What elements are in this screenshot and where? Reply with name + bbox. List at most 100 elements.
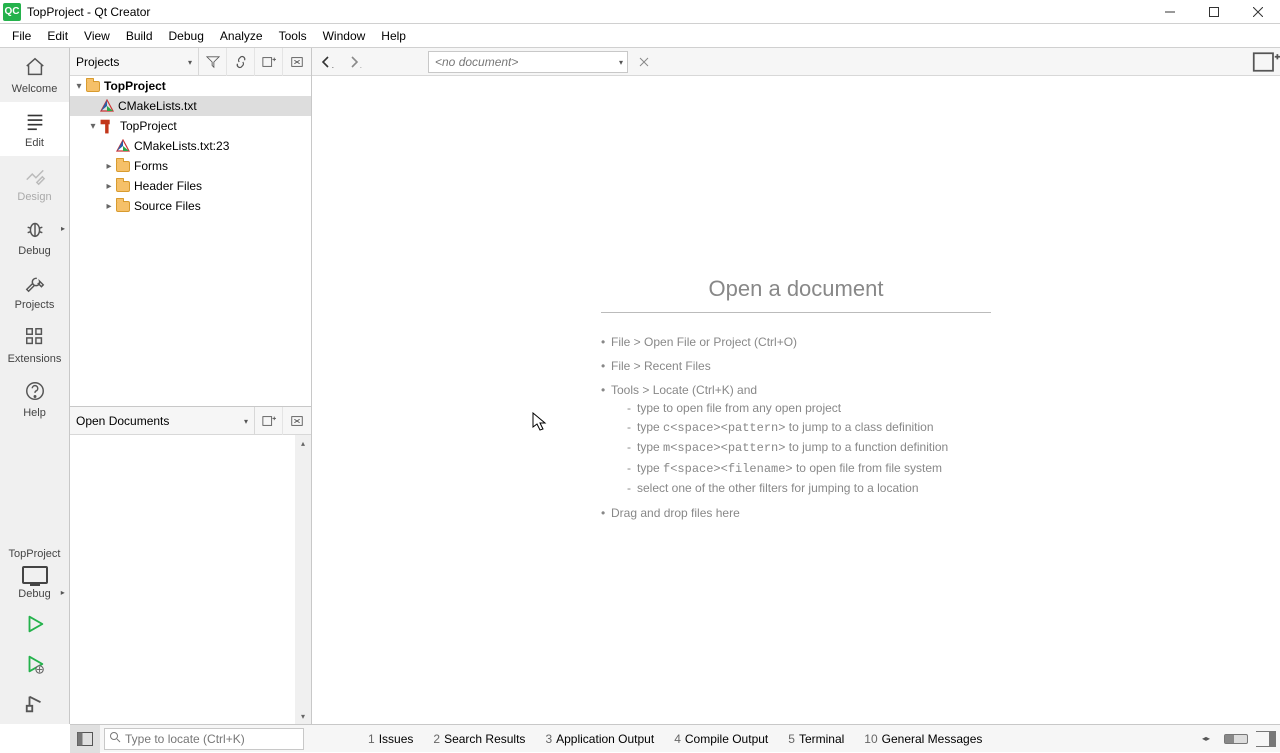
projects-view-combo[interactable]: Projects ▾ xyxy=(70,48,199,75)
mode-welcome[interactable]: Welcome xyxy=(0,48,69,102)
split-add-button[interactable] xyxy=(255,48,283,76)
editor-placeholder: Open a document File > Open File or Proj… xyxy=(601,276,991,528)
output-pane-search[interactable]: 2Search Results xyxy=(423,725,535,753)
mode-design[interactable]: Design xyxy=(0,156,69,210)
tree-subproject[interactable]: ▾ TopProject xyxy=(70,116,311,136)
menu-debug[interactable]: Debug xyxy=(161,24,212,47)
open-docs-label: Open Documents xyxy=(76,414,169,428)
panel-close-button[interactable] xyxy=(283,48,311,76)
kit-selector[interactable]: TopProject Debug ▸ xyxy=(0,544,69,604)
folder-icon xyxy=(116,201,130,212)
tree-label: TopProject xyxy=(104,79,166,93)
progress-button[interactable] xyxy=(1224,734,1248,744)
output-pane-issues[interactable]: 1Issues xyxy=(358,725,423,753)
placeholder-line: File > Recent Files xyxy=(601,357,991,375)
projects-view-label: Projects xyxy=(76,55,119,69)
design-icon xyxy=(24,164,46,189)
chevron-right-icon: ▸ xyxy=(61,224,65,233)
locator-placeholder: Type to locate (Ctrl+K) xyxy=(125,732,245,746)
bug-icon xyxy=(24,218,46,243)
menu-file[interactable]: File xyxy=(4,24,39,47)
scroll-down-icon[interactable]: ▾ xyxy=(295,708,311,724)
output-pane-appout[interactable]: 3Application Output xyxy=(535,725,664,753)
mode-projects[interactable]: Projects xyxy=(0,264,69,318)
tree-headers[interactable]: ▸ Header Files xyxy=(70,176,311,196)
open-documents-panel: Open Documents ▾ ▴ ▾ xyxy=(70,406,311,724)
window-title: TopProject - Qt Creator xyxy=(25,5,150,19)
open-document-label: <no document> xyxy=(435,55,518,69)
placeholder-line: Drag and drop files here xyxy=(601,504,991,522)
menu-view[interactable]: View xyxy=(76,24,118,47)
mode-help-label: Help xyxy=(23,407,46,419)
placeholder-subline: select one of the other filters for jump… xyxy=(611,479,991,498)
placeholder-subline: type c<space><pattern> to jump to a clas… xyxy=(611,418,991,438)
mode-welcome-label: Welcome xyxy=(12,83,58,95)
open-document-combo[interactable]: <no document> ▾ xyxy=(428,51,628,73)
run-debug-button[interactable] xyxy=(0,644,69,684)
expander-open-icon[interactable]: ▾ xyxy=(72,81,86,92)
tree-sources[interactable]: ▸ Source Files xyxy=(70,196,311,216)
edit-icon xyxy=(24,110,46,135)
output-pane-compile[interactable]: 4Compile Output xyxy=(664,725,778,753)
folder-icon xyxy=(116,181,130,192)
panel-close-button[interactable] xyxy=(283,407,311,435)
tree-forms[interactable]: ▸ Forms xyxy=(70,156,311,176)
close-document-button[interactable] xyxy=(632,50,656,74)
scroll-up-icon[interactable]: ▴ xyxy=(295,435,311,451)
output-pane-general[interactable]: 10General Messages xyxy=(854,725,992,753)
statusbar: Type to locate (Ctrl+K) 1Issues 2Search … xyxy=(70,724,1280,752)
expander-closed-icon[interactable]: ▸ xyxy=(102,201,116,212)
minimize-button[interactable] xyxy=(1148,0,1192,24)
tree-root[interactable]: ▾ TopProject xyxy=(70,76,311,96)
sidebar: Projects ▾ ▾ TopProject xyxy=(70,48,312,724)
mode-debug[interactable]: ▸ Debug xyxy=(0,210,69,264)
nav-forward-button[interactable]: . xyxy=(340,48,368,76)
mode-design-label: Design xyxy=(17,191,51,203)
output-pane-terminal[interactable]: 5Terminal xyxy=(778,725,854,753)
expander-closed-icon[interactable]: ▸ xyxy=(102,181,116,192)
tree-cmake-err[interactable]: CMakeLists.txt:23 xyxy=(70,136,311,156)
mode-edit-label: Edit xyxy=(25,137,44,149)
placeholder-subline: type m<space><pattern> to jump to a func… xyxy=(611,438,991,458)
cmake-icon xyxy=(100,99,114,113)
menu-help[interactable]: Help xyxy=(373,24,414,47)
nav-back-button[interactable]: . xyxy=(312,48,340,76)
tree-cmake[interactable]: CMakeLists.txt xyxy=(70,96,311,116)
output-pane-menu-button[interactable]: ◂▸ xyxy=(1192,734,1220,743)
placeholder-subline: type to open file from any open project xyxy=(611,399,991,418)
menu-build[interactable]: Build xyxy=(118,24,161,47)
menu-analyze[interactable]: Analyze xyxy=(212,24,271,47)
maximize-button[interactable] xyxy=(1192,0,1236,24)
toggle-sidebar-button[interactable] xyxy=(70,725,100,753)
expander-open-icon[interactable]: ▾ xyxy=(86,121,100,132)
mode-edit[interactable]: Edit xyxy=(0,102,69,156)
toggle-right-sidebar-button[interactable] xyxy=(1256,731,1276,747)
mode-extensions[interactable]: Extensions xyxy=(0,318,69,372)
menu-window[interactable]: Window xyxy=(315,24,374,47)
chevron-down-icon: ▾ xyxy=(619,58,623,67)
project-tree[interactable]: ▾ TopProject CMakeLists.txt ▾ TopProject xyxy=(70,76,311,406)
chevron-down-icon: ▾ xyxy=(188,58,192,67)
link-button[interactable] xyxy=(227,48,255,76)
scrollbar[interactable]: ▴ ▾ xyxy=(295,435,311,724)
close-button[interactable] xyxy=(1236,0,1280,24)
search-icon xyxy=(109,731,121,746)
split-add-button[interactable] xyxy=(255,407,283,435)
titlebar: QC TopProject - Qt Creator xyxy=(0,0,1280,24)
open-docs-combo[interactable]: Open Documents ▾ xyxy=(70,407,255,434)
filter-button[interactable] xyxy=(199,48,227,76)
monitor-icon xyxy=(22,564,48,586)
mode-help[interactable]: Help xyxy=(0,372,69,426)
run-button[interactable] xyxy=(0,604,69,644)
expander-closed-icon[interactable]: ▸ xyxy=(102,161,116,172)
menu-tools[interactable]: Tools xyxy=(271,24,315,47)
split-editor-button[interactable] xyxy=(1252,48,1280,76)
menu-edit[interactable]: Edit xyxy=(39,24,76,47)
locator-input[interactable]: Type to locate (Ctrl+K) xyxy=(104,728,304,750)
home-icon xyxy=(24,56,46,81)
tree-label: TopProject xyxy=(120,119,177,133)
build-button[interactable] xyxy=(0,684,69,724)
mode-bar: Welcome Edit Design ▸ Debug Projects Ext… xyxy=(0,48,70,724)
editor-area: . . <no document> ▾ xyxy=(312,48,1280,724)
hammer-icon xyxy=(100,118,116,134)
